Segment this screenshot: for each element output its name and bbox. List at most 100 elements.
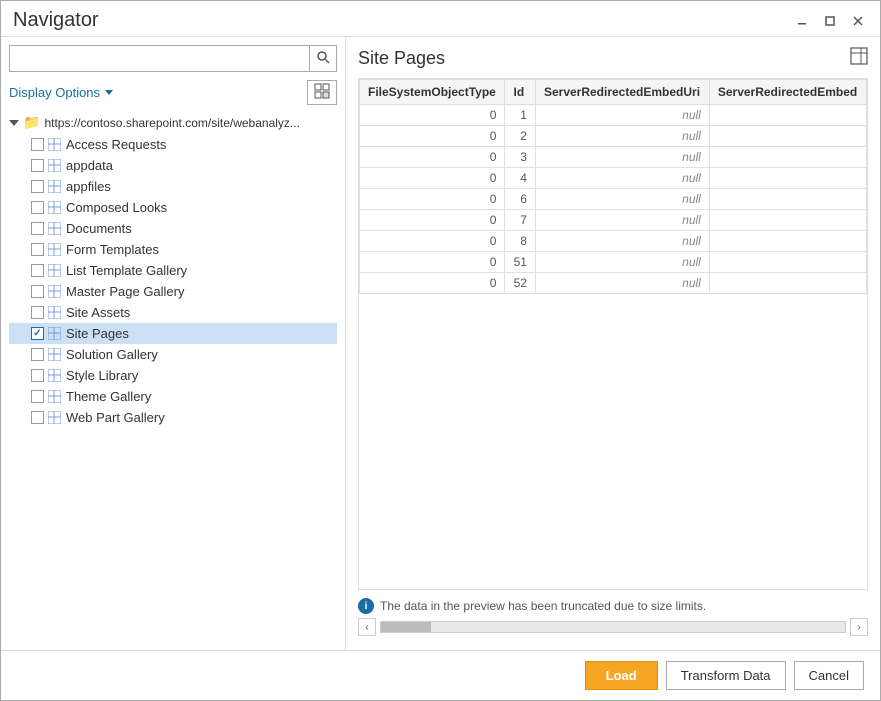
cell-embed (709, 189, 866, 210)
cell-type: 0 (360, 189, 505, 210)
table-row: 051null (360, 252, 867, 273)
tree-item-label: Site Assets (66, 305, 130, 320)
cell-type: 0 (360, 168, 505, 189)
cell-id: 1 (505, 105, 535, 126)
table-row: 06null (360, 189, 867, 210)
preview-header: Site Pages (358, 47, 868, 70)
tree-item-icon (48, 411, 62, 424)
tree-item-checkbox[interactable] (31, 285, 44, 298)
tree-item-label: Composed Looks (66, 200, 167, 215)
tree-item-checkbox[interactable] (31, 327, 44, 340)
cell-type: 0 (360, 273, 505, 294)
tree-item-checkbox[interactable] (31, 138, 44, 151)
table-wrapper[interactable]: FileSystemObjectType Id ServerRedirected… (358, 78, 868, 590)
tree-item-checkbox[interactable] (31, 222, 44, 235)
tree-item-icon (48, 201, 62, 214)
table-body: 01null02null03null04null06null07null08nu… (360, 105, 867, 294)
tree-item[interactable]: Access Requests (9, 134, 337, 155)
truncation-text: The data in the preview has been truncat… (380, 599, 706, 613)
tree-item-label: appfiles (66, 179, 111, 194)
tree-item-checkbox[interactable] (31, 306, 44, 319)
tree-item-checkbox[interactable] (31, 180, 44, 193)
tree-item[interactable]: appdata (9, 155, 337, 176)
tree-item-label: Solution Gallery (66, 347, 158, 362)
tree-item-icon (48, 285, 62, 298)
h-scroll-track[interactable] (380, 621, 846, 633)
tree-item-checkbox[interactable] (31, 159, 44, 172)
h-scroll-area: ‹ › (358, 614, 868, 640)
tree-item-checkbox[interactable] (31, 348, 44, 361)
tree-item-checkbox[interactable] (31, 411, 44, 424)
preview-icon-button[interactable] (850, 47, 868, 70)
tree-item[interactable]: Web Part Gallery (9, 407, 337, 428)
tree-item[interactable]: Style Library (9, 365, 337, 386)
title-bar: Navigator (1, 1, 880, 36)
table-row: 052null (360, 273, 867, 294)
table-row: 03null (360, 147, 867, 168)
tree-item[interactable]: Theme Gallery (9, 386, 337, 407)
tree-items-container: Access Requests appdata appfiles Compose… (9, 134, 337, 428)
tree-item-checkbox[interactable] (31, 243, 44, 256)
tree-item-checkbox[interactable] (31, 390, 44, 403)
tree-item-icon (48, 327, 62, 340)
tree-item-icon (48, 138, 62, 151)
cell-uri: null (535, 210, 709, 231)
tree-item-checkbox[interactable] (31, 264, 44, 277)
cancel-button[interactable]: Cancel (794, 661, 864, 690)
header-row: FileSystemObjectType Id ServerRedirected… (360, 80, 867, 105)
minimize-button[interactable] (792, 11, 812, 31)
cell-uri: null (535, 252, 709, 273)
tree-root-item[interactable]: 📁 https://contoso.sharepoint.com/site/we… (9, 111, 337, 134)
cell-embed (709, 210, 866, 231)
tree-item[interactable]: Composed Looks (9, 197, 337, 218)
tree-item-icon (48, 264, 62, 277)
tree-item-checkbox[interactable] (31, 369, 44, 382)
cell-type: 0 (360, 147, 505, 168)
tree-item[interactable]: Solution Gallery (9, 344, 337, 365)
cell-type: 0 (360, 231, 505, 252)
display-options-label: Display Options (9, 85, 100, 100)
transform-data-button[interactable]: Transform Data (666, 661, 786, 690)
truncation-note: i The data in the preview has been trunc… (358, 598, 868, 614)
tree-item-icon (48, 306, 62, 319)
dialog-title: Navigator (13, 9, 99, 32)
tree-item[interactable]: Documents (9, 218, 337, 239)
tree-item-label: List Template Gallery (66, 263, 187, 278)
tree-area: 📁 https://contoso.sharepoint.com/site/we… (9, 111, 337, 642)
search-button[interactable] (309, 46, 336, 71)
h-scroll-thumb[interactable] (381, 622, 431, 632)
cell-uri: null (535, 231, 709, 252)
tree-item-icon (48, 390, 62, 403)
search-row (9, 45, 337, 72)
search-input[interactable] (10, 47, 309, 70)
scroll-right-button[interactable]: › (850, 618, 868, 636)
col-header-filesystemobjecttype: FileSystemObjectType (360, 80, 505, 105)
cell-embed (709, 231, 866, 252)
table-row: 04null (360, 168, 867, 189)
tree-item[interactable]: Form Templates (9, 239, 337, 260)
tree-item[interactable]: List Template Gallery (9, 260, 337, 281)
tree-item[interactable]: appfiles (9, 176, 337, 197)
cell-uri: null (535, 168, 709, 189)
cell-uri: null (535, 126, 709, 147)
tree-item[interactable]: Site Pages (9, 323, 337, 344)
tree-item-label: Form Templates (66, 242, 159, 257)
tree-item-checkbox[interactable] (31, 201, 44, 214)
maximize-button[interactable] (820, 11, 840, 31)
bottom-bar: Load Transform Data Cancel (1, 650, 880, 700)
scroll-left-button[interactable]: ‹ (358, 618, 376, 636)
preview-table: FileSystemObjectType Id ServerRedirected… (359, 79, 867, 294)
display-options-row: Display Options (9, 80, 337, 105)
preview-title: Site Pages (358, 48, 445, 69)
tree-item-label: Master Page Gallery (66, 284, 185, 299)
close-button[interactable] (848, 11, 868, 31)
cell-id: 3 (505, 147, 535, 168)
cell-id: 8 (505, 231, 535, 252)
select-related-icon-button[interactable] (307, 80, 337, 105)
cell-type: 0 (360, 126, 505, 147)
tree-item[interactable]: Master Page Gallery (9, 281, 337, 302)
table-header: FileSystemObjectType Id ServerRedirected… (360, 80, 867, 105)
load-button[interactable]: Load (585, 661, 658, 690)
tree-item[interactable]: Site Assets (9, 302, 337, 323)
display-options-button[interactable]: Display Options (9, 85, 113, 100)
